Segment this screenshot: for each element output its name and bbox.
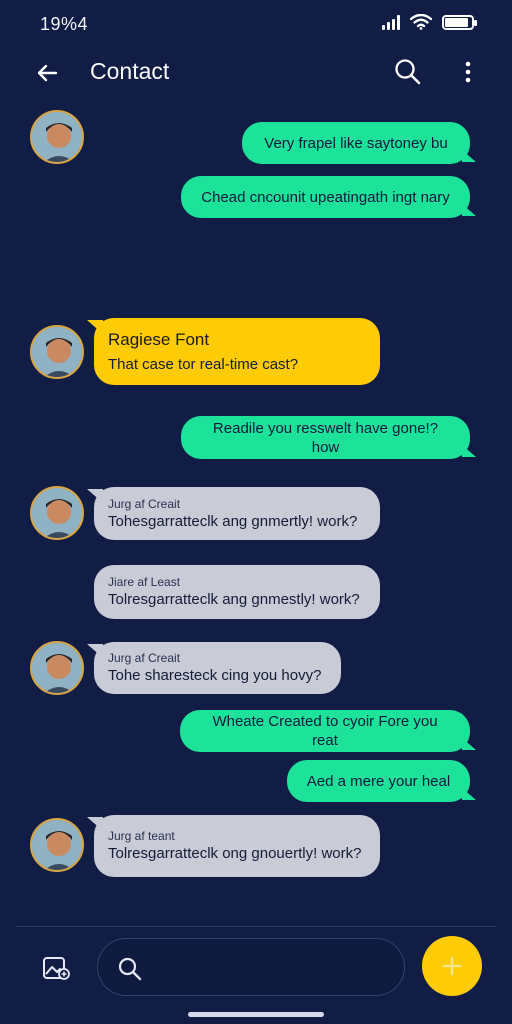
back-arrow-icon [37,64,58,82]
message-text: That case tor real-time cast? [108,356,299,373]
divider [16,926,496,927]
status-icons [382,14,477,30]
more-options-button[interactable] [456,56,480,88]
plus-icon [442,956,462,976]
avatar[interactable] [30,110,84,164]
message-bubble-received[interactable]: Jurg af Creait Tohesgarratteclk ang gnme… [94,487,380,540]
sender-name: Jurg af Creait [108,651,181,665]
message-text: Chead cncounit upeatingath ingt nary [201,188,450,206]
message-bubble-highlight[interactable]: Ragiese Font That case tor real-time cas… [94,318,380,385]
wifi-icon [410,14,432,30]
message-text: Tolresgarratteclk ang gnmestly! work? [108,591,360,608]
new-message-button[interactable] [422,936,482,996]
sender-name: Jurg af Creait [108,496,181,511]
message-text: Tolresgarratteclk ong gnouertly! work? [108,845,362,862]
chat-header: Contact [0,48,512,94]
home-indicator[interactable] [188,1012,324,1017]
search-icon [395,59,421,85]
message-bubble-received[interactable]: Jiare af Least Tolresgarratteclk ang gnm… [94,565,380,619]
search-icon [118,957,142,981]
sender-name: Jiare af Least [108,575,181,589]
page-title: Contact [90,58,170,84]
avatar[interactable] [30,641,84,695]
back-button[interactable] [30,56,64,90]
message-bubble-sent[interactable]: Wheate Created to cyoir Fore you reat [180,710,470,752]
message-bubble-received[interactable]: Jurg af teant Tolresgarratteclk ong gnou… [94,815,380,877]
message-text: Wheate Created to cyoir Fore you reat [212,713,438,749]
battery-icon [442,14,477,30]
message-bubble-sent[interactable]: Chead cncounit upeatingath ingt nary [181,176,470,218]
sender-name: Jurg af teant [108,829,175,843]
composer-search-field[interactable] [97,938,405,996]
message-bubble-sent[interactable]: Readile you resswelt have gone!? how [181,416,470,459]
message-input[interactable] [154,951,384,983]
message-bubble-received[interactable]: Jurg af Creait Tohe sharesteck cing you … [94,642,341,694]
message-bubble-sent[interactable]: Very frapel like saytoney bu [242,122,470,164]
more-vertical-icon [465,61,471,83]
avatar[interactable] [30,325,84,379]
search-button[interactable] [392,56,424,88]
avatar[interactable] [30,486,84,540]
message-text: Tohesgarratteclk ang gnmertly! work? [108,512,358,530]
message-title: Ragiese Font [108,330,210,349]
message-bubble-sent[interactable]: Aed a mere your heal [287,760,470,802]
image-attach-icon [43,957,70,980]
attach-image-button[interactable] [38,950,74,986]
avatar[interactable] [30,818,84,872]
message-text: Aed a mere your heal [306,772,451,790]
signal-icon [382,14,400,30]
status-time: 19%4 [40,14,89,34]
status-bar: 19%4 [0,0,512,48]
message-text: Tohe sharesteck cing you hovy? [108,667,322,684]
message-text: Readile you resswelt have gone!? how [212,419,439,456]
message-text: Very frapel like saytoney bu [264,134,448,152]
